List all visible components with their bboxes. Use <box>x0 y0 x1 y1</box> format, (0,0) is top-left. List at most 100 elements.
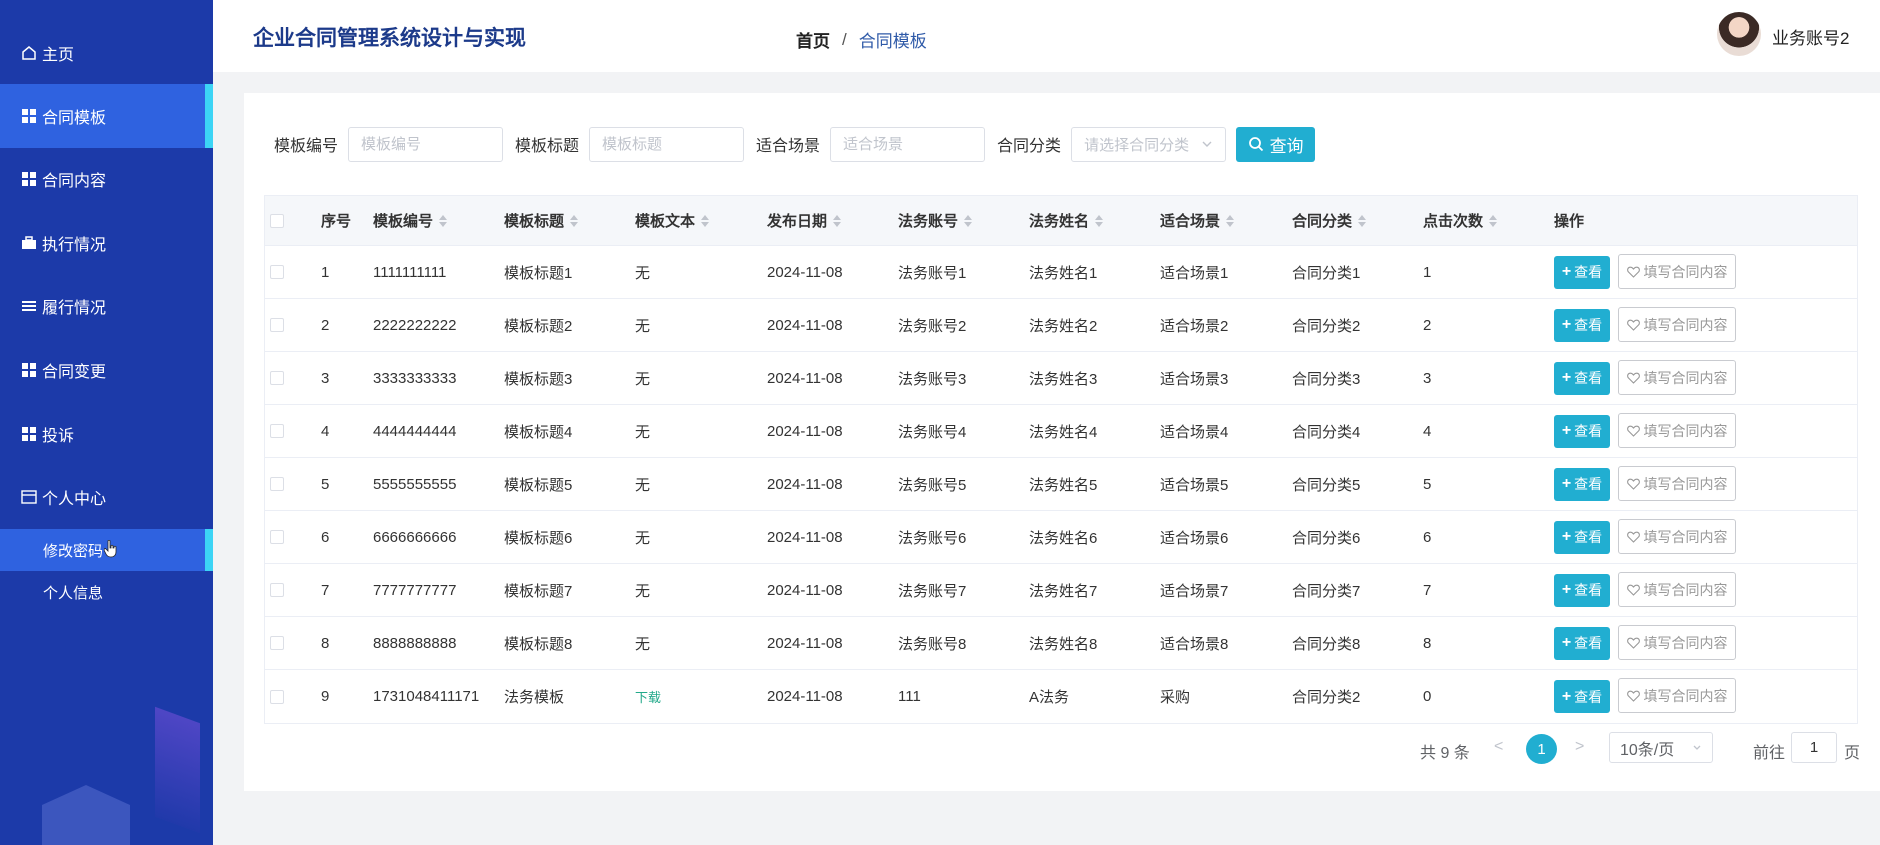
row-checkbox[interactable] <box>270 689 284 704</box>
sort-icon[interactable] <box>1226 214 1235 227</box>
sidebar-item-contract-template[interactable]: 合同模板 <box>0 84 213 148</box>
cell-index: 9 <box>321 688 330 705</box>
sidebar-item-home[interactable]: 主页 <box>0 21 213 85</box>
template-no-input[interactable] <box>348 126 504 162</box>
view-button-label: 查看 <box>1574 635 1603 651</box>
view-button[interactable]: + 查看 <box>1554 255 1610 289</box>
download-link[interactable]: 下载 <box>635 687 661 706</box>
column-header-publish-date[interactable]: 发布日期 <box>767 196 842 245</box>
scene-input[interactable] <box>830 126 986 162</box>
sort-icon[interactable] <box>439 214 448 227</box>
fill-contract-button[interactable]: 填写合同内容 <box>1618 413 1736 448</box>
cell-template-no: 6666666666 <box>373 528 457 546</box>
sort-icon[interactable] <box>701 214 710 227</box>
column-header-index: 序号 <box>321 213 352 230</box>
cell-publish-date: 2024-11-08 <box>767 528 843 546</box>
cell-template-text: 无 <box>635 423 651 441</box>
user-name[interactable]: 业务账号2 <box>1772 24 1849 49</box>
row-checkbox[interactable] <box>270 530 284 544</box>
page-size-select[interactable]: 10条/页 <box>1609 732 1713 763</box>
cell-template-no: 5555555555 <box>373 475 457 493</box>
template-title-input[interactable] <box>589 126 745 162</box>
row-checkbox[interactable] <box>270 318 284 332</box>
select-all-checkbox[interactable] <box>270 213 284 228</box>
cell-scene: 适合场景8 <box>1160 635 1229 653</box>
plus-icon: + <box>1561 475 1572 492</box>
fill-contract-button[interactable]: 填写合同内容 <box>1618 678 1736 713</box>
fill-contract-button[interactable]: 填写合同内容 <box>1618 572 1736 607</box>
cell-category: 合同分类7 <box>1292 582 1361 600</box>
sidebar-item-execution[interactable]: 执行情况 <box>0 211 213 275</box>
sidebar-item-personal-center[interactable]: 个人中心 <box>0 465 213 529</box>
sort-icon[interactable] <box>1489 214 1498 227</box>
cell-template-no: 7777777777 <box>373 581 457 599</box>
list-icon <box>20 297 38 315</box>
fill-contract-button-label: 填写合同内容 <box>1643 422 1728 439</box>
cell-clicks: 3 <box>1423 369 1432 387</box>
view-button[interactable]: + 查看 <box>1554 626 1610 660</box>
fill-contract-button[interactable]: 填写合同内容 <box>1618 466 1736 501</box>
pagination: 共 9 条 < 1 > 10条/页 前往 页 <box>244 732 1880 764</box>
search-button-label: 查询 <box>1269 136 1304 156</box>
view-button[interactable]: + 查看 <box>1554 680 1610 713</box>
cell-legal-name: A法务 <box>1029 689 1070 706</box>
sidebar-item-performance[interactable]: 履行情况 <box>0 274 213 338</box>
category-select[interactable]: 请选择合同分类 <box>1071 126 1227 162</box>
column-header-legal-account[interactable]: 法务账号 <box>898 196 973 245</box>
sidebar-item-contract-content[interactable]: 合同内容 <box>0 147 213 211</box>
fill-contract-button[interactable]: 填写合同内容 <box>1618 519 1736 554</box>
sidebar-item-contract-change[interactable]: 合同变更 <box>0 338 213 402</box>
main-card: 模板编号 模板标题 适合场景 合同分类 请选择合同分类 查询 序号 模板编号 模… <box>244 93 1880 791</box>
row-checkbox[interactable] <box>270 583 284 597</box>
breadcrumb-home[interactable]: 首页 <box>796 27 830 52</box>
fill-contract-button-label: 填写合同内容 <box>1643 687 1728 704</box>
row-checkbox[interactable] <box>270 477 284 491</box>
view-button[interactable]: + 查看 <box>1554 573 1610 607</box>
page-number-current[interactable]: 1 <box>1526 734 1557 764</box>
column-header-category[interactable]: 合同分类 <box>1292 196 1367 245</box>
sidebar-item-complaint[interactable]: 投诉 <box>0 402 213 466</box>
avatar[interactable] <box>1717 12 1761 56</box>
fill-contract-button[interactable]: 填写合同内容 <box>1618 625 1736 660</box>
cell-template-text: 无 <box>635 264 651 282</box>
view-button[interactable]: + 查看 <box>1554 520 1610 554</box>
view-button[interactable]: + 查看 <box>1554 308 1610 342</box>
fill-contract-button-label: 填写合同内容 <box>1643 475 1728 492</box>
view-button[interactable]: + 查看 <box>1554 361 1610 395</box>
sidebar-item-label: 投诉 <box>42 428 75 445</box>
fill-contract-button[interactable]: 填写合同内容 <box>1618 360 1736 395</box>
view-button[interactable]: + 查看 <box>1554 467 1610 501</box>
search-button[interactable]: 查询 <box>1236 126 1316 162</box>
column-header-template-title[interactable]: 模板标题 <box>504 196 579 245</box>
sort-icon[interactable] <box>833 214 842 227</box>
fill-contract-button-label: 填写合同内容 <box>1643 369 1728 386</box>
cell-clicks: 6 <box>1423 528 1432 546</box>
plus-icon: + <box>1561 528 1572 545</box>
column-header-template-text[interactable]: 模板文本 <box>635 196 710 245</box>
row-checkbox[interactable] <box>270 265 284 279</box>
sort-icon[interactable] <box>1358 214 1367 227</box>
page-size-value: 10条/页 <box>1620 741 1675 759</box>
fill-contract-button[interactable]: 填写合同内容 <box>1618 254 1736 289</box>
sort-icon[interactable] <box>570 214 579 227</box>
fill-contract-button-label: 填写合同内容 <box>1643 634 1728 651</box>
row-checkbox[interactable] <box>270 636 284 650</box>
sidebar-subitem-personal-info[interactable]: 个人信息 <box>0 571 213 613</box>
prev-page-button[interactable]: < <box>1494 738 1503 756</box>
sort-icon[interactable] <box>964 214 973 227</box>
view-button[interactable]: + 查看 <box>1554 414 1610 448</box>
row-checkbox[interactable] <box>270 424 284 438</box>
column-header-clicks[interactable]: 点击次数 <box>1423 196 1498 245</box>
cell-legal-account: 法务账号3 <box>898 370 967 388</box>
next-page-button[interactable]: > <box>1575 738 1584 756</box>
column-header-legal-name[interactable]: 法务姓名 <box>1029 196 1104 245</box>
goto-page-input[interactable] <box>1791 732 1837 763</box>
filter-label-scene: 适合场景 <box>756 138 821 155</box>
fill-contract-button[interactable]: 填写合同内容 <box>1618 307 1736 342</box>
cell-publish-date: 2024-11-08 <box>767 369 843 387</box>
sort-icon[interactable] <box>1095 214 1104 227</box>
column-header-scene[interactable]: 适合场景 <box>1160 196 1235 245</box>
row-checkbox[interactable] <box>270 371 284 385</box>
cell-index: 7 <box>321 581 330 599</box>
column-header-template-no[interactable]: 模板编号 <box>373 196 448 245</box>
